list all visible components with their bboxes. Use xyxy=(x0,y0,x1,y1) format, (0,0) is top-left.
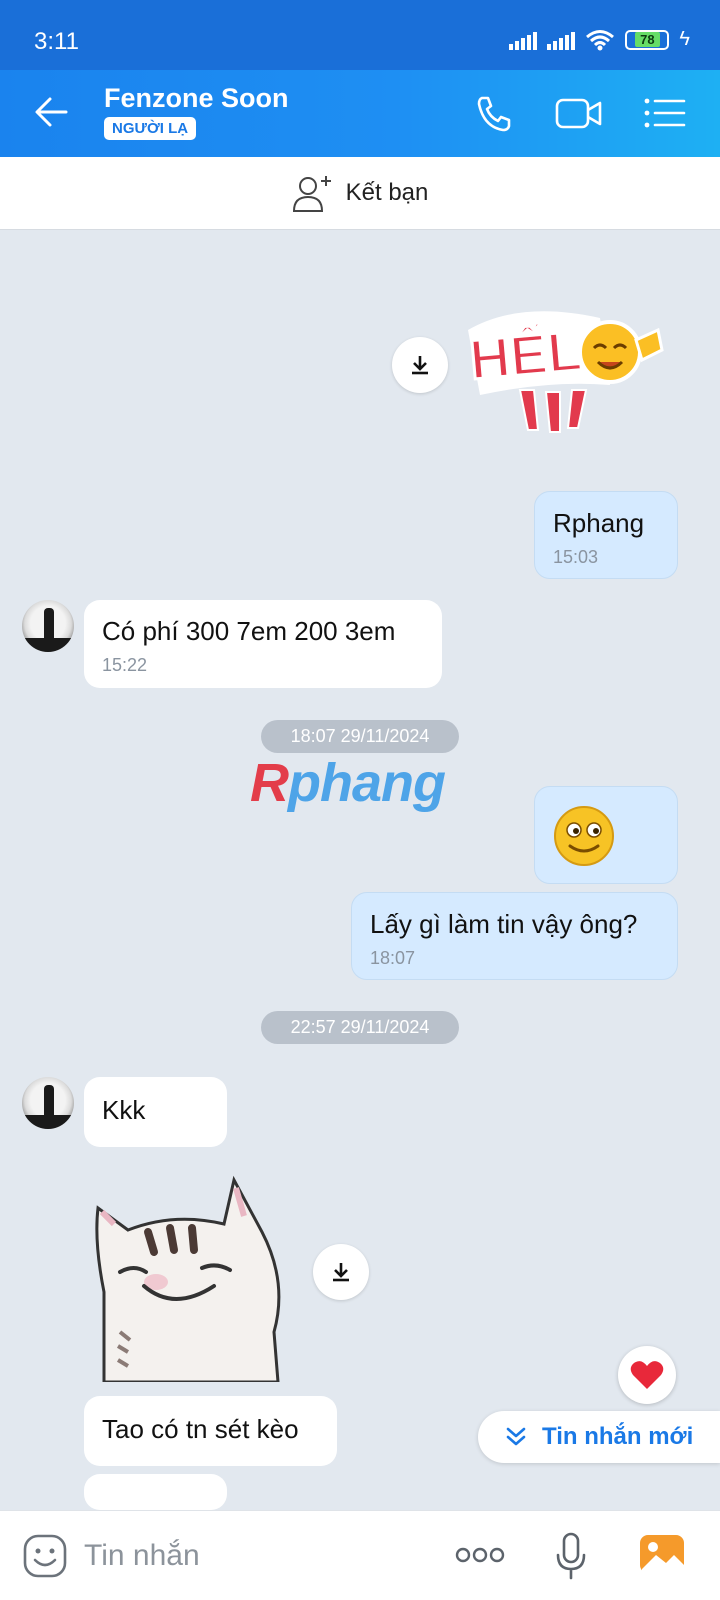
chat-header: Fenzone Soon NGƯỜI LẠ xyxy=(0,70,720,157)
menu-list-icon[interactable] xyxy=(640,90,690,136)
message-time: 15:03 xyxy=(553,547,599,567)
video-call-icon[interactable] xyxy=(554,90,604,136)
microphone-icon[interactable] xyxy=(555,1531,587,1581)
status-bar: 3:11 78 ϟ xyxy=(0,0,720,70)
add-friend-icon xyxy=(292,176,331,212)
emoji-message-bubble[interactable] xyxy=(534,786,678,884)
wifi-icon xyxy=(586,29,615,50)
signal-icon-2 xyxy=(547,30,576,50)
message-text: Có phí 300 7em 200 3em xyxy=(102,616,396,646)
message-time: 15:22 xyxy=(102,655,148,675)
charging-icon: ϟ xyxy=(679,28,690,50)
new-messages-label: Tin nhắn mới xyxy=(542,1423,694,1450)
phone-call-icon[interactable] xyxy=(470,90,520,136)
message-bubble-incoming[interactable]: Tao có tn sét kèo xyxy=(84,1396,337,1466)
hello-sticker-text: HẾL xyxy=(467,319,584,392)
sticker-emoji-icon[interactable] xyxy=(22,1533,68,1579)
contact-avatar[interactable] xyxy=(22,600,74,652)
download-sticker-button[interactable] xyxy=(392,337,448,393)
message-text: Kkk xyxy=(102,1095,146,1125)
battery-level: 78 xyxy=(635,32,660,47)
status-time: 3:11 xyxy=(34,28,79,55)
download-icon xyxy=(412,356,428,375)
message-bubble-incoming-partial[interactable] xyxy=(84,1474,227,1510)
double-chevron-down-icon xyxy=(506,1427,526,1446)
message-text: Lấy gì làm tin vậy ông? xyxy=(370,909,638,939)
message-time: 18:07 xyxy=(370,948,416,968)
download-sticker-button[interactable] xyxy=(313,1244,369,1300)
hello-sticker[interactable]: HẾL xyxy=(460,290,680,440)
download-icon xyxy=(333,1263,349,1282)
more-options-icon[interactable] xyxy=(454,1543,506,1567)
message-input[interactable] xyxy=(84,1533,414,1579)
cat-sticker[interactable] xyxy=(84,1172,292,1382)
new-messages-button[interactable]: Tin nhắn mới xyxy=(478,1411,720,1463)
contact-avatar[interactable] xyxy=(22,1077,74,1129)
reaction-heart-button[interactable] xyxy=(618,1346,676,1404)
date-separator: 22:57 29/11/2024 xyxy=(261,1011,459,1044)
status-icons: 78 ϟ xyxy=(509,28,690,51)
add-friend-bar[interactable]: Kết bạn xyxy=(0,157,720,230)
signal-icon xyxy=(509,30,538,50)
battery-icon: 78 xyxy=(625,29,670,50)
message-text: Tao có tn sét kèo xyxy=(102,1414,299,1444)
contact-name[interactable]: Fenzone Soon xyxy=(104,83,289,114)
message-bubble-outgoing[interactable]: Lấy gì làm tin vậy ông? 18:07 xyxy=(351,892,678,980)
message-text: Rphang xyxy=(553,508,645,538)
message-bubble-incoming[interactable]: Kkk xyxy=(84,1077,227,1147)
message-composer xyxy=(0,1510,720,1600)
message-bubble-outgoing[interactable]: Rphang 15:03 xyxy=(534,491,678,579)
date-separator: 18:07 29/11/2024 xyxy=(261,720,459,753)
image-gallery-icon[interactable] xyxy=(638,1531,686,1577)
smiley-emoji-icon xyxy=(554,806,614,866)
watermark-logo: Rphang xyxy=(250,753,446,813)
heart-icon xyxy=(630,1361,664,1389)
stranger-badge: NGƯỜI LẠ xyxy=(104,117,197,140)
message-bubble-incoming[interactable]: Có phí 300 7em 200 3em 15:22 xyxy=(84,600,442,688)
add-friend-label: Kết bạn xyxy=(345,179,429,206)
back-arrow-icon[interactable] xyxy=(30,90,74,134)
